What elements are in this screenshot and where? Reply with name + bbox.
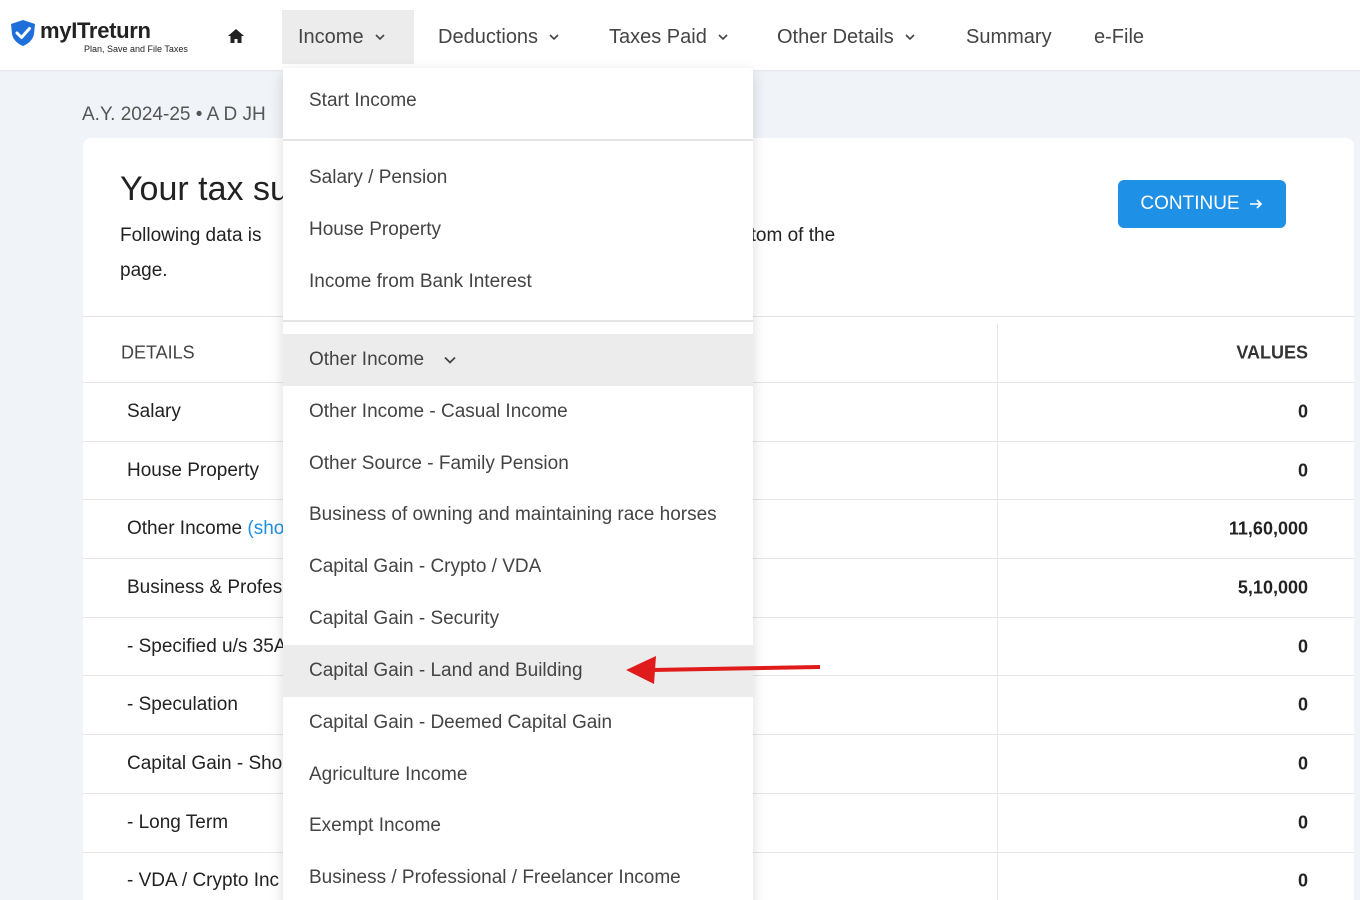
continue-button-label: CONTINUE: [1140, 193, 1240, 214]
chevron-down-icon: [444, 356, 456, 364]
show-details-link[interactable]: (sho: [247, 518, 284, 539]
menu-item-bank-interest[interactable]: Income from Bank Interest: [283, 256, 753, 308]
menu-item-agriculture-income[interactable]: Agriculture Income: [283, 749, 753, 801]
row-label: - VDA / Crypto Inc: [127, 870, 280, 892]
menu-item-family-pension[interactable]: Other Source - Family Pension: [283, 438, 753, 490]
continue-button[interactable]: CONTINUE: [1118, 180, 1286, 228]
row-value: 0: [1297, 812, 1308, 833]
row-value: 0: [1297, 636, 1308, 657]
menu-item-salary-pension[interactable]: Salary / Pension: [283, 152, 753, 204]
nav-summary[interactable]: Summary: [966, 10, 1052, 64]
nav-taxes-paid[interactable]: Taxes Paid: [609, 10, 731, 64]
nav-income-label: Income: [298, 25, 364, 48]
nav-other-details-label: Other Details: [777, 25, 894, 48]
row-value: 0: [1297, 753, 1308, 774]
row-label: Capital Gain - Sho: [127, 752, 283, 774]
chevron-down-icon: [905, 34, 915, 41]
row-label: House Property: [127, 459, 260, 481]
annotation-arrow-icon: [626, 656, 821, 684]
chevron-down-icon: [549, 34, 559, 41]
nav-summary-label: Summary: [966, 25, 1052, 48]
nav-other-details[interactable]: Other Details: [777, 10, 918, 64]
row-label: - Speculation: [127, 694, 238, 716]
nav-efile[interactable]: e-File: [1094, 10, 1144, 64]
menu-item-cg-deemed[interactable]: Capital Gain - Deemed Capital Gain: [283, 697, 753, 749]
menu-item-other-income-label: Other Income: [309, 349, 425, 370]
menu-item-exempt-income[interactable]: Exempt Income: [283, 800, 753, 852]
nav-deductions[interactable]: Deductions: [438, 10, 562, 64]
nav-efile-label: e-File: [1094, 25, 1145, 48]
shield-check-icon: [11, 20, 35, 46]
menu-item-cg-crypto[interactable]: Capital Gain - Crypto / VDA: [283, 541, 753, 593]
row-label: Business & Profes: [127, 576, 283, 598]
brand-logo[interactable]: myITreturn Plan, Save and File Taxes: [8, 16, 188, 56]
row-value: 0: [1297, 694, 1308, 715]
menu-item-casual-income[interactable]: Other Income - Casual Income: [283, 386, 753, 438]
nav-income[interactable]: Income: [282, 10, 414, 64]
nav-deductions-label: Deductions: [438, 25, 539, 48]
row-value: 5,10,000: [1237, 577, 1308, 598]
income-dropdown-menu: Start Income Salary / Pension House Prop…: [283, 68, 753, 900]
row-label: - Specified u/s 35A: [127, 635, 287, 657]
menu-item-other-income[interactable]: Other Income: [283, 334, 753, 386]
nav-taxes-paid-label: Taxes Paid: [609, 25, 707, 48]
home-icon[interactable]: [224, 24, 248, 48]
row-label: Other Income (sho: [127, 518, 285, 540]
chevron-down-icon: [375, 34, 385, 41]
column-header-values: VALUES: [1236, 342, 1308, 363]
row-label: Salary: [127, 400, 181, 422]
row-value: 0: [1297, 401, 1308, 422]
row-value: 0: [1297, 870, 1308, 891]
top-navbar: myITreturn Plan, Save and File Taxes Inc…: [0, 0, 1360, 70]
menu-item-cg-security[interactable]: Capital Gain - Security: [283, 593, 753, 645]
assessment-year-line: A.Y. 2024-25 • A D JH: [82, 104, 266, 125]
description-start: Following data is: [120, 225, 262, 246]
column-header-details: DETAILS: [121, 342, 195, 363]
menu-divider: [283, 320, 753, 322]
menu-item-business-professional[interactable]: Business / Professional / Freelancer Inc…: [283, 852, 753, 900]
menu-item-start-income[interactable]: Start Income: [283, 75, 753, 127]
arrow-right-icon: [1249, 199, 1262, 209]
brand-tagline: Plan, Save and File Taxes: [84, 44, 188, 54]
row-value: 11,60,000: [1228, 518, 1308, 539]
chevron-down-icon: [718, 34, 728, 41]
menu-divider: [283, 139, 753, 141]
page-title: Your tax su: [120, 170, 289, 208]
menu-item-race-horses[interactable]: Business of owning and maintaining race …: [283, 489, 753, 541]
row-value: 0: [1297, 460, 1308, 481]
description-line2: page.: [120, 260, 168, 281]
row-label: - Long Term: [127, 811, 229, 833]
menu-item-house-property[interactable]: House Property: [283, 204, 753, 256]
brand-name: myITreturn: [40, 18, 151, 43]
